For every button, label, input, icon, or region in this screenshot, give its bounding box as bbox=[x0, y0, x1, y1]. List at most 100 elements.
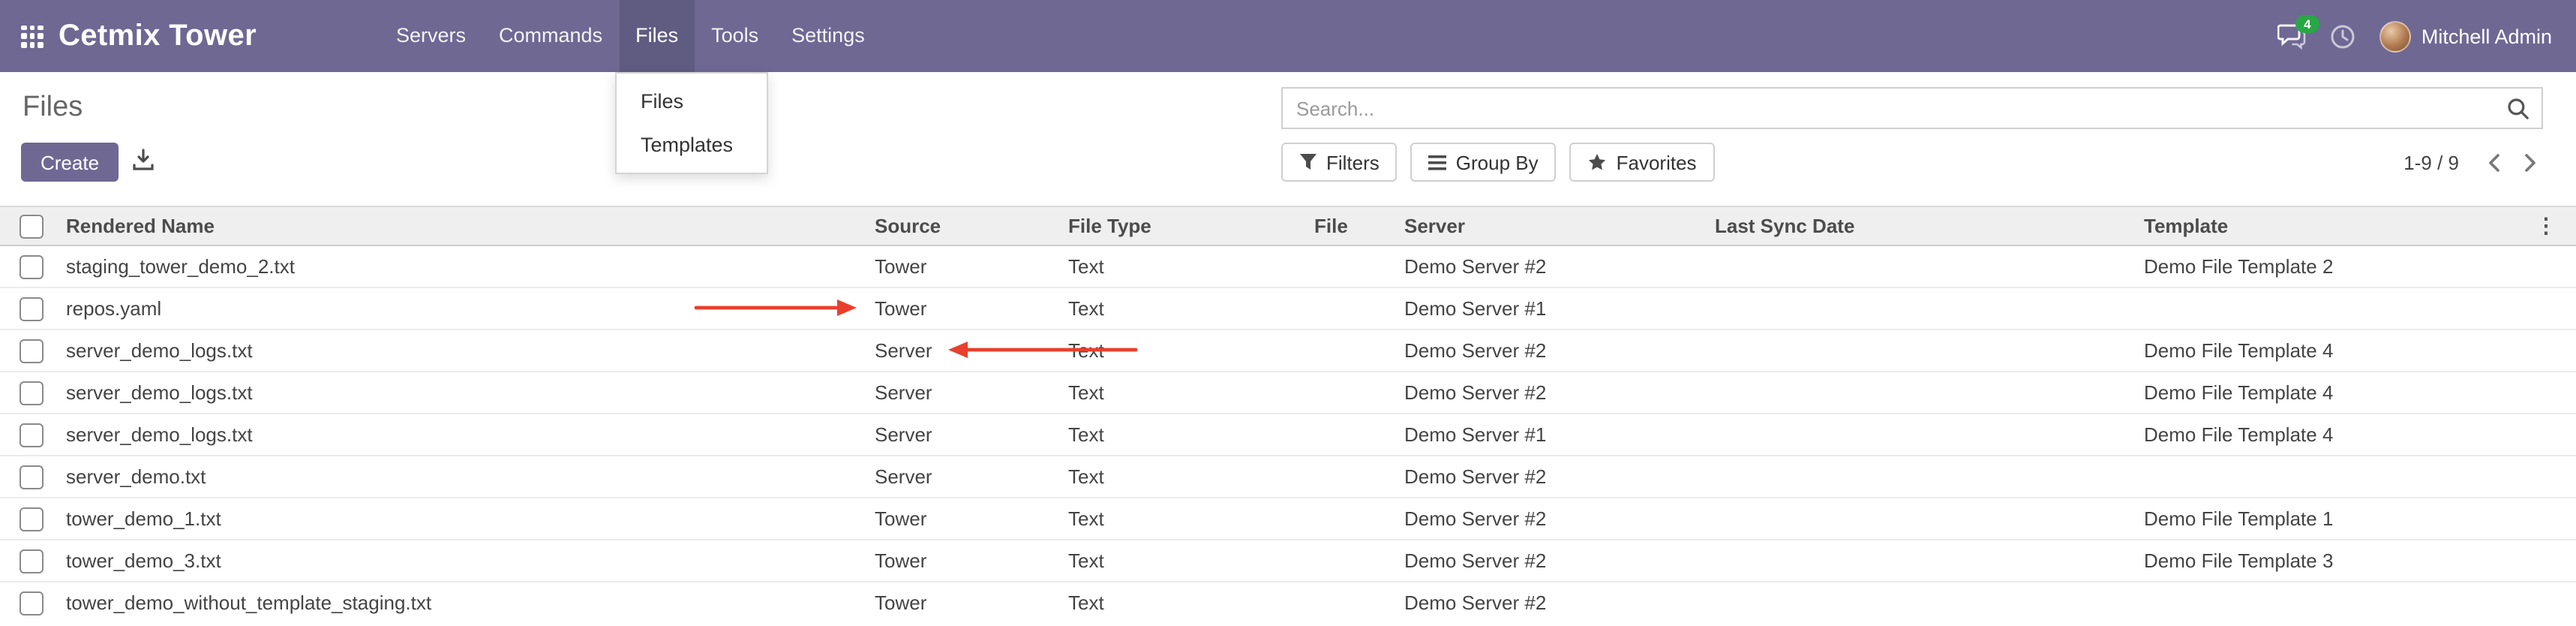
pager-range: 1-9 / 9 bbox=[2403, 151, 2459, 173]
cell-template: Demo File Template 4 bbox=[2144, 414, 2523, 456]
cell-last-sync-date bbox=[1715, 498, 2144, 540]
navbar-right-cluster: 4 Mitchell Admin bbox=[2277, 20, 2552, 52]
cell-file-type: Text bbox=[1068, 245, 1314, 287]
cell-last-sync-date bbox=[1715, 540, 2144, 582]
funnel-icon bbox=[1299, 153, 1317, 171]
cell-rendered-name: staging_tower_demo_2.txt bbox=[54, 245, 875, 287]
column-header-file-type[interactable]: File Type bbox=[1068, 206, 1314, 245]
pager-previous-button[interactable] bbox=[2481, 149, 2507, 175]
column-header-template[interactable]: Template bbox=[2144, 206, 2523, 245]
table-row[interactable]: server_demo_logs.txt Server Text Demo Se… bbox=[0, 414, 2576, 456]
menu-item-settings[interactable]: Settings bbox=[775, 0, 881, 72]
column-header-source[interactable]: Source bbox=[875, 206, 1068, 245]
main-menu: Servers Commands Files Tools Settings bbox=[380, 0, 881, 72]
user-name: Mitchell Admin bbox=[2421, 25, 2552, 47]
filters-button[interactable]: Filters bbox=[1281, 143, 1398, 182]
cell-last-sync-date bbox=[1715, 287, 2144, 330]
cell-file bbox=[1314, 498, 1404, 540]
cell-template: Demo File Template 1 bbox=[2144, 498, 2523, 540]
cell-source: Tower bbox=[875, 498, 1068, 540]
select-all-checkbox[interactable] bbox=[20, 215, 44, 239]
activities-button[interactable] bbox=[2330, 23, 2355, 49]
app-brand-title: Cetmix Tower bbox=[59, 19, 257, 53]
cell-server: Demo Server #2 bbox=[1404, 245, 1715, 287]
favorites-button[interactable]: Favorites bbox=[1570, 143, 1715, 182]
cell-rendered-name: server_demo_logs.txt bbox=[54, 372, 875, 414]
column-header-file[interactable]: File bbox=[1314, 206, 1404, 245]
dropdown-item-files[interactable]: Files bbox=[617, 80, 767, 123]
cell-server: Demo Server #1 bbox=[1404, 287, 1715, 330]
filter-toolbar: Filters Group By Favorit bbox=[1281, 143, 2543, 182]
cell-file-type: Text bbox=[1068, 287, 1314, 330]
optional-columns-toggle-icon[interactable]: ⋮ bbox=[2535, 213, 2556, 237]
menu-item-servers[interactable]: Servers bbox=[380, 0, 482, 72]
pager: 1-9 / 9 bbox=[2403, 149, 2543, 175]
cell-rendered-name: tower_demo_1.txt bbox=[54, 498, 875, 540]
dropdown-item-templates[interactable]: Templates bbox=[617, 123, 767, 167]
user-menu[interactable]: Mitchell Admin bbox=[2379, 20, 2552, 52]
menu-item-files[interactable]: Files bbox=[619, 0, 695, 72]
create-button[interactable]: Create bbox=[21, 143, 119, 182]
row-checkbox[interactable] bbox=[20, 465, 44, 489]
table-row[interactable]: server_demo.txt Server Text Demo Server … bbox=[0, 456, 2576, 498]
cell-template: Demo File Template 2 bbox=[2144, 245, 2523, 287]
search-input[interactable] bbox=[1283, 97, 2507, 119]
cell-file bbox=[1314, 456, 1404, 498]
clock-icon bbox=[2330, 23, 2355, 49]
cell-server: Demo Server #2 bbox=[1404, 540, 1715, 582]
cell-source: Tower bbox=[875, 582, 1068, 623]
group-by-button[interactable]: Group By bbox=[1411, 143, 1557, 182]
apps-grid-icon[interactable] bbox=[21, 25, 44, 47]
cell-template: Demo File Template 3 bbox=[2144, 540, 2523, 582]
cell-file-type: Text bbox=[1068, 330, 1314, 372]
pager-next-button[interactable] bbox=[2517, 149, 2543, 175]
table-row[interactable]: staging_tower_demo_2.txt Tower Text Demo… bbox=[0, 245, 2576, 287]
cell-template: Demo File Template 4 bbox=[2144, 372, 2523, 414]
cell-file-type: Text bbox=[1068, 498, 1314, 540]
cell-template bbox=[2144, 287, 2523, 330]
page-title: Files bbox=[23, 92, 83, 125]
menu-item-tools[interactable]: Tools bbox=[695, 0, 775, 72]
cell-source: Server bbox=[875, 330, 1068, 372]
column-header-last-sync-date[interactable]: Last Sync Date bbox=[1715, 206, 2144, 245]
files-menu-dropdown: Files Templates bbox=[615, 72, 768, 174]
row-checkbox[interactable] bbox=[20, 507, 44, 531]
cell-last-sync-date bbox=[1715, 330, 2144, 372]
cell-last-sync-date bbox=[1715, 245, 2144, 287]
files-list-table: Rendered Name Source File Type File Serv… bbox=[0, 206, 2576, 623]
messages-button[interactable]: 4 bbox=[2277, 23, 2306, 49]
app-window: Cetmix Tower Servers Commands Files Tool… bbox=[0, 0, 2576, 626]
filters-label: Filters bbox=[1326, 151, 1380, 173]
row-checkbox[interactable] bbox=[20, 423, 44, 447]
table-row[interactable]: server_demo_logs.txt Server Text Demo Se… bbox=[0, 330, 2576, 372]
table-row[interactable]: tower_demo_1.txt Tower Text Demo Server … bbox=[0, 498, 2576, 540]
cell-last-sync-date bbox=[1715, 414, 2144, 456]
search-bar bbox=[1281, 87, 2543, 129]
cell-file bbox=[1314, 414, 1404, 456]
messages-count-badge: 4 bbox=[2295, 14, 2319, 32]
table-row[interactable]: server_demo_logs.txt Server Text Demo Se… bbox=[0, 372, 2576, 414]
table-row[interactable]: tower_demo_3.txt Tower Text Demo Server … bbox=[0, 540, 2576, 582]
download-icon bbox=[132, 149, 155, 171]
row-checkbox[interactable] bbox=[20, 297, 44, 321]
row-checkbox[interactable] bbox=[20, 591, 44, 615]
column-header-server[interactable]: Server bbox=[1404, 206, 1715, 245]
row-checkbox[interactable] bbox=[20, 549, 44, 573]
row-checkbox[interactable] bbox=[20, 339, 44, 363]
export-download-button[interactable] bbox=[132, 149, 155, 171]
cell-rendered-name: server_demo.txt bbox=[54, 456, 875, 498]
table-row[interactable]: tower_demo_without_template_staging.txt … bbox=[0, 582, 2576, 623]
table-row[interactable]: repos.yaml Tower Text Demo Server #1 bbox=[0, 287, 2576, 330]
user-avatar bbox=[2379, 20, 2411, 52]
column-header-rendered-name[interactable]: Rendered Name bbox=[54, 206, 875, 245]
cell-server: Demo Server #2 bbox=[1404, 498, 1715, 540]
row-checkbox[interactable] bbox=[20, 255, 44, 279]
control-panel: Files Create bbox=[0, 72, 2576, 206]
list-lines-icon bbox=[1429, 154, 1447, 170]
search-submit-button[interactable] bbox=[2507, 97, 2541, 119]
row-checkbox[interactable] bbox=[20, 381, 44, 405]
cell-file-type: Text bbox=[1068, 540, 1314, 582]
group-by-label: Group By bbox=[1456, 151, 1539, 173]
menu-item-commands[interactable]: Commands bbox=[482, 0, 619, 72]
cell-template bbox=[2144, 456, 2523, 498]
